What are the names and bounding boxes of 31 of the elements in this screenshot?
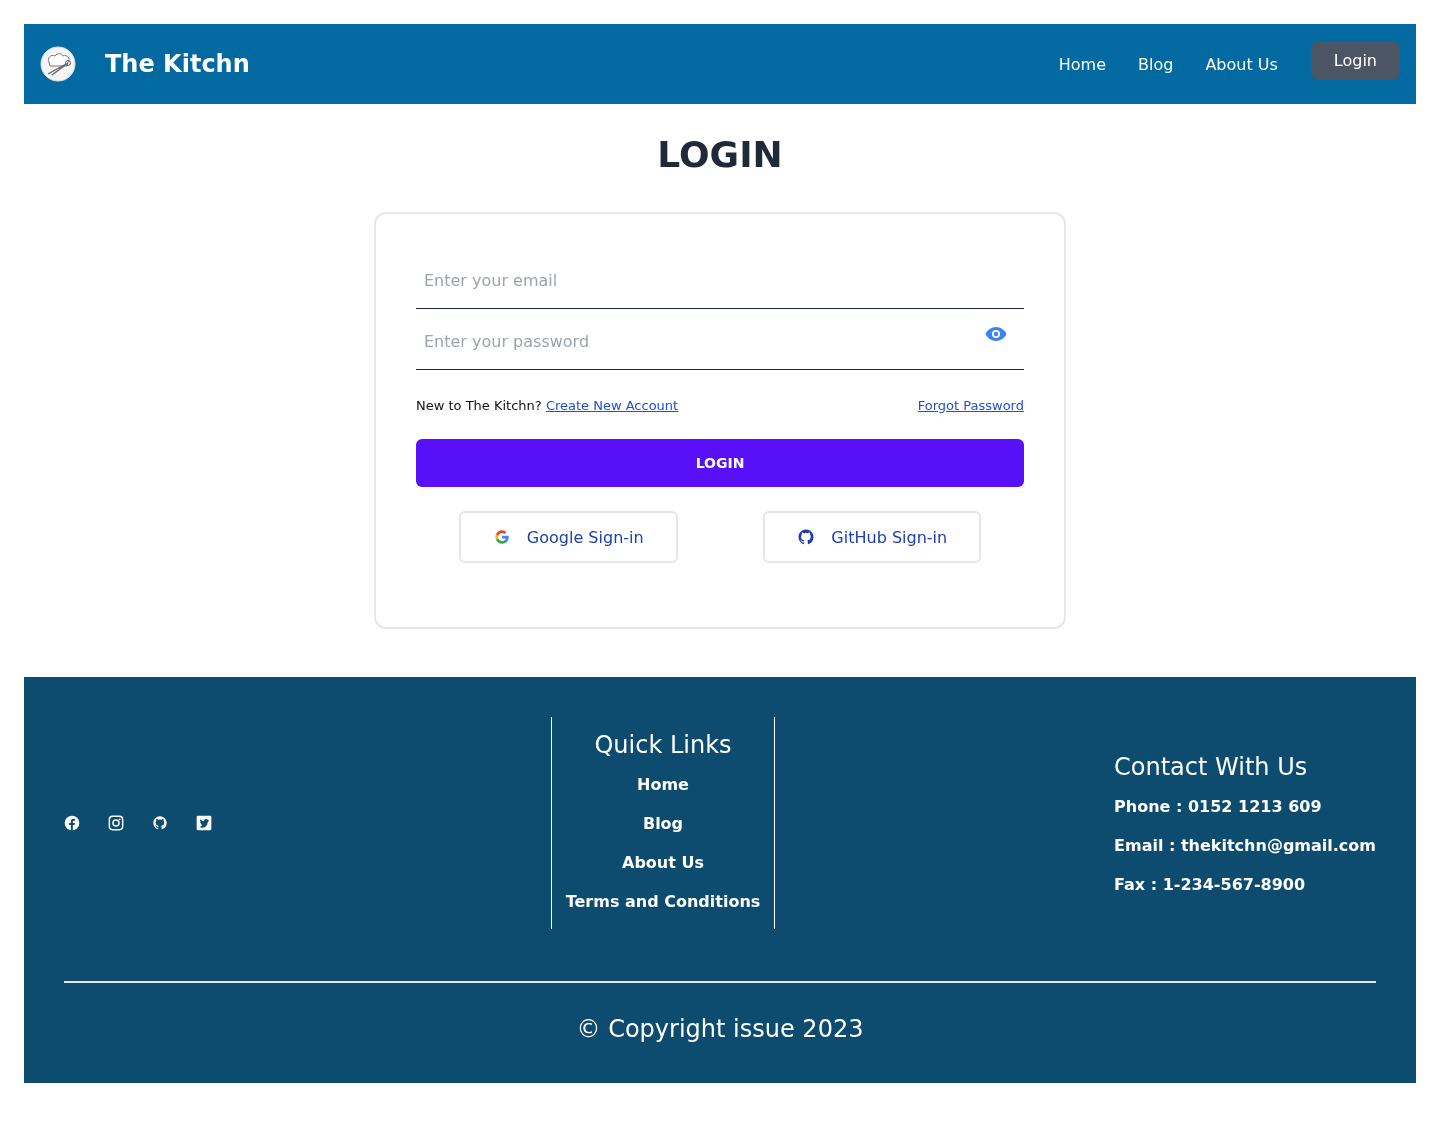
contact-heading: Contact With Us bbox=[1114, 752, 1309, 781]
login-button[interactable]: Login bbox=[1310, 40, 1400, 80]
page-title: LOGIN bbox=[656, 133, 784, 177]
sign-in-button[interactable]: Google Sign-in bbox=[458, 511, 678, 563]
quick-links-heading: Quick Links bbox=[594, 731, 732, 759]
github-icon[interactable] bbox=[152, 815, 168, 831]
facebook-icon[interactable] bbox=[64, 815, 80, 831]
footer-link[interactable]: Home bbox=[637, 775, 689, 794]
contact-line: Fax : 1-234-567-8900 bbox=[1114, 874, 1307, 894]
signup-prompt: New to The Kitchn? Create New Account bbox=[416, 398, 679, 413]
create-account-link[interactable]: Create New Account bbox=[545, 398, 679, 413]
github-icon bbox=[797, 528, 816, 546]
nav-link[interactable]: About Us bbox=[1205, 54, 1278, 74]
copyright-text: © Copyright issue 2023 bbox=[575, 1015, 865, 1043]
logo-drawing bbox=[40, 46, 76, 82]
password-field[interactable]: Enter your password bbox=[416, 313, 984, 369]
forgot-password-link[interactable]: Forgot Password bbox=[917, 398, 1024, 413]
nav-link[interactable]: Blog bbox=[1138, 54, 1174, 74]
contact-line: Email : thekitchn@gmail.com bbox=[1114, 835, 1376, 855]
contact-line: Phone : 0152 1213 609 bbox=[1114, 796, 1323, 816]
google-icon bbox=[492, 528, 511, 546]
login-submit-button[interactable]: LOGIN bbox=[416, 439, 1024, 487]
footer-link[interactable]: Terms and Conditions bbox=[565, 892, 761, 911]
footer-link[interactable]: Blog bbox=[642, 814, 684, 833]
sign-in-button[interactable]: GitHub Sign-in bbox=[763, 511, 982, 563]
twitter-icon[interactable] bbox=[196, 815, 212, 831]
nav-link[interactable]: Home bbox=[1058, 54, 1106, 74]
email-field[interactable]: Enter your email bbox=[416, 252, 1024, 308]
instagram-icon[interactable] bbox=[108, 815, 124, 831]
footer-link[interactable]: About Us bbox=[622, 853, 704, 872]
brand-name[interactable]: The Kitchn bbox=[105, 50, 1059, 78]
